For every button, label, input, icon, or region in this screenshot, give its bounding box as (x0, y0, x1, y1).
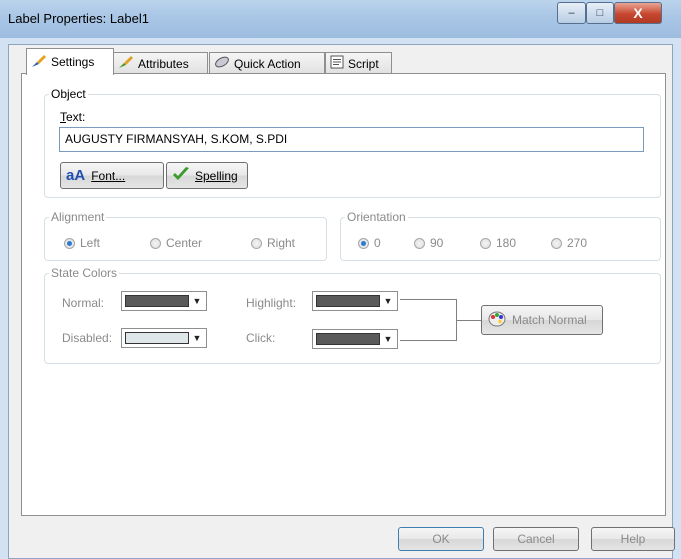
highlight-color-swatch (316, 295, 380, 307)
radio-label: Center (166, 236, 203, 250)
match-normal-button[interactable]: Match Normal (481, 305, 603, 335)
normal-color-swatch (125, 295, 189, 307)
window-title: Label Properties: Label1 (8, 11, 149, 26)
radio-dot (64, 237, 75, 249)
ok-button-label: OK (432, 532, 450, 546)
orientation-180-radio[interactable]: 180 (480, 236, 516, 250)
click-label: Click: (246, 331, 276, 345)
quick-action-icon (214, 55, 230, 72)
script-icon (330, 55, 344, 72)
font-button-label: Font... (91, 168, 126, 183)
tab-label: Script (348, 56, 379, 71)
align-center-radio[interactable]: Center (150, 236, 202, 250)
spelling-button-label: Spelling (195, 168, 238, 183)
color-palette-icon (488, 311, 506, 330)
tab-quick-action[interactable]: Quick Action (209, 52, 325, 74)
normal-color-combo[interactable]: ▼ (121, 291, 207, 311)
radio-label: 90 (430, 236, 444, 250)
radio-label: Right (267, 236, 296, 250)
chevron-down-icon: ▼ (192, 296, 202, 306)
orientation-270-radio[interactable]: 270 (551, 236, 587, 250)
ok-button[interactable]: OK (398, 527, 484, 551)
chevron-down-icon: ▼ (383, 334, 393, 344)
tab-label: Settings (51, 55, 95, 69)
cancel-button-label: Cancel (517, 532, 555, 546)
click-color-combo[interactable]: ▼ (312, 329, 398, 349)
highlight-label: Highlight: (246, 296, 297, 310)
checkmark-icon (172, 166, 190, 185)
orientation-90-radio[interactable]: 90 (414, 236, 443, 250)
brush-icon (118, 55, 134, 72)
alignment-group-label: Alignment (51, 210, 105, 224)
align-left-radio[interactable]: Left (64, 236, 100, 250)
spelling-button[interactable]: Spelling (166, 162, 248, 189)
disabled-label: Disabled: (62, 331, 113, 345)
radio-dot (251, 237, 262, 249)
connector-line (400, 340, 456, 341)
help-button[interactable]: Help (591, 527, 675, 551)
state-colors-group-label: State Colors (51, 266, 118, 280)
maximize-button[interactable]: □ (586, 2, 614, 24)
tab-label: Quick Action (234, 56, 301, 71)
paintbrush-icon (31, 54, 47, 71)
radio-dot (414, 237, 425, 249)
disabled-color-combo[interactable]: ▼ (121, 328, 207, 348)
normal-label: Normal: (62, 296, 105, 310)
chevron-down-icon: ▼ (192, 333, 202, 343)
radio-label: 180 (496, 236, 517, 250)
help-button-label: Help (620, 532, 646, 546)
highlight-color-combo[interactable]: ▼ (312, 291, 398, 311)
minimize-button[interactable]: – (557, 2, 586, 24)
radio-dot (358, 237, 369, 249)
click-color-swatch (316, 333, 380, 345)
disabled-color-swatch (125, 332, 189, 344)
text-input[interactable]: AUGUSTY FIRMANSYAH, S.KOM, S.PDI (59, 127, 644, 152)
radio-dot (480, 237, 491, 249)
connector-line (400, 299, 456, 300)
cancel-button[interactable]: Cancel (493, 527, 579, 551)
close-button[interactable]: X (614, 2, 662, 24)
radio-dot (551, 237, 562, 249)
orientation-0-radio[interactable]: 0 (358, 236, 381, 250)
font-icon: aA (66, 167, 86, 184)
object-group-label: Object (51, 87, 86, 101)
orientation-group-label: Orientation (347, 210, 406, 224)
radio-dot (150, 237, 161, 249)
text-label-rest: ext: (66, 110, 86, 124)
font-button[interactable]: aA Font... (60, 162, 164, 189)
connector-line (456, 320, 481, 321)
radio-label: 0 (374, 236, 381, 250)
tab-settings[interactable]: Settings (26, 48, 114, 75)
radio-label: Left (80, 236, 101, 250)
match-normal-label: Match Normal (512, 313, 587, 327)
chevron-down-icon: ▼ (383, 296, 393, 306)
tab-script[interactable]: Script (325, 52, 392, 74)
align-right-radio[interactable]: Right (251, 236, 295, 250)
radio-label: 270 (567, 236, 588, 250)
text-field-label: Text: (60, 110, 86, 124)
tab-attributes[interactable]: Attributes (113, 52, 208, 74)
tab-label: Attributes (138, 56, 189, 71)
